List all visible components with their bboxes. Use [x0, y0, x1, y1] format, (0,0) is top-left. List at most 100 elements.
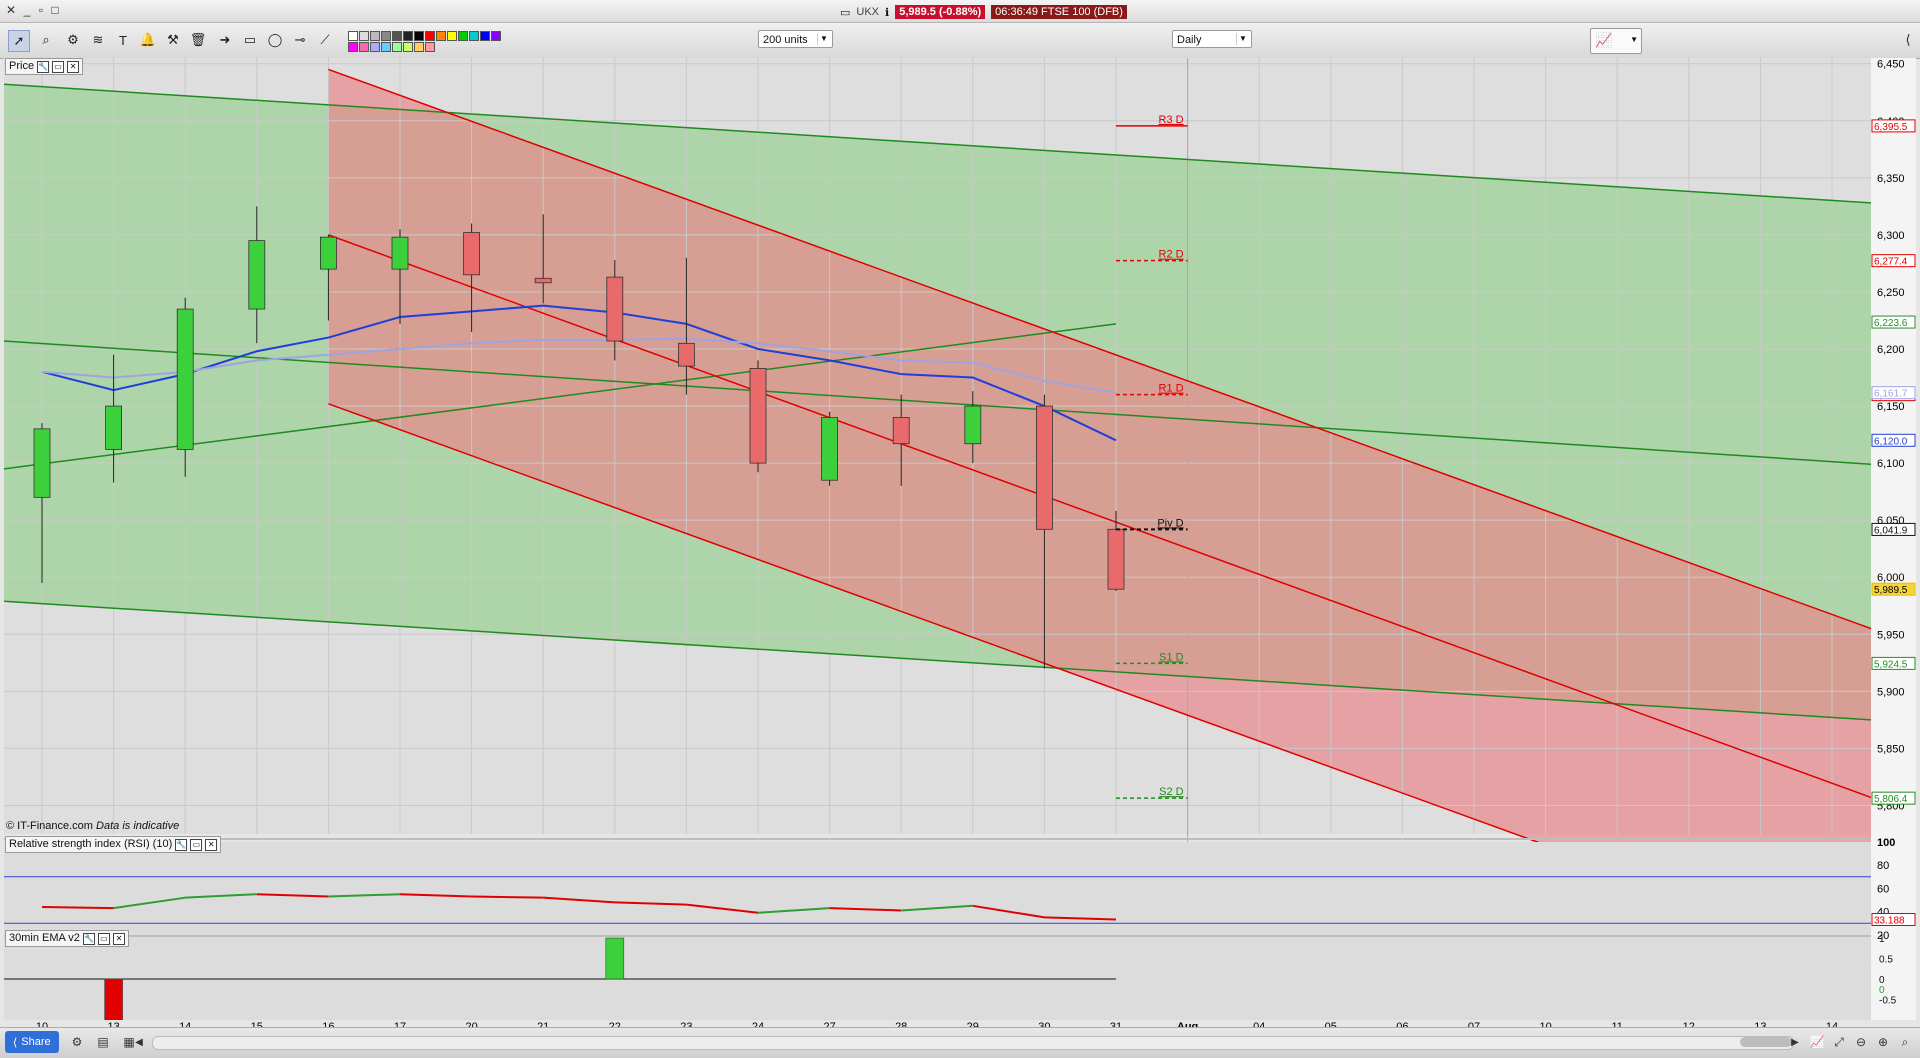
chart-type-select[interactable]: 📈 ▼ — [1590, 28, 1642, 54]
candle-body[interactable] — [964, 405, 982, 445]
horizontal-line-tool-icon[interactable]: ⊸ — [290, 30, 310, 50]
palette-swatch[interactable] — [392, 31, 402, 41]
palette-swatch[interactable] — [348, 42, 358, 52]
close-icon[interactable]: ✕ — [112, 932, 125, 945]
restore-window-icon[interactable]: ▫ — [34, 3, 48, 17]
share-label: Share — [21, 1036, 51, 1048]
candle-body[interactable] — [534, 277, 552, 284]
scroll-right-icon[interactable]: ▶ — [1786, 1034, 1804, 1052]
candle-body[interactable] — [1036, 405, 1053, 530]
palette-swatch[interactable] — [425, 31, 435, 41]
wrench-icon[interactable]: 🔧 — [175, 838, 188, 851]
pointer-tool-icon[interactable]: ➚ — [8, 30, 30, 52]
palette-swatch[interactable] — [381, 42, 391, 52]
candle-body[interactable] — [606, 276, 624, 342]
share-button[interactable]: ⟨ Share — [5, 1031, 59, 1053]
candle-body[interactable] — [892, 417, 910, 445]
candle-body[interactable] — [105, 405, 122, 450]
maximize-window-icon[interactable]: □ — [48, 3, 62, 17]
palette-swatch[interactable] — [414, 42, 424, 52]
palette-swatch[interactable] — [359, 42, 369, 52]
palette-swatch[interactable] — [436, 31, 446, 41]
monitor-icon: ▭ — [840, 6, 851, 19]
window-icon[interactable]: ▭ — [52, 60, 65, 73]
color-palette[interactable] — [348, 31, 508, 52]
palette-swatch[interactable] — [403, 42, 413, 52]
chart-icon[interactable]: 📈 — [1808, 1033, 1826, 1051]
wrench-icon[interactable]: 🔧 — [37, 60, 50, 73]
palette-swatch[interactable] — [403, 31, 413, 41]
period-select[interactable]: Daily ▼ — [1172, 30, 1252, 48]
y-tick-label: 5,900 — [1877, 686, 1905, 698]
scroll-left-icon[interactable]: ◀ — [130, 1034, 148, 1052]
palette-swatch[interactable] — [480, 31, 490, 41]
palette-swatch[interactable] — [458, 31, 468, 41]
candle-body[interactable] — [176, 308, 194, 450]
collapse-panel-icon[interactable]: ⟨ — [1898, 30, 1918, 50]
close-window-icon[interactable]: ✕ — [4, 3, 18, 17]
ema-bar[interactable] — [605, 937, 625, 980]
search-icon[interactable]: ⌕ — [1896, 1033, 1914, 1051]
pivot-price-badge-text: 6,277.4 — [1874, 257, 1908, 268]
horizontal-scrollbar[interactable] — [152, 1036, 1794, 1050]
minimize-window-icon[interactable]: _ — [20, 3, 34, 17]
close-icon[interactable]: ✕ — [205, 838, 218, 851]
fit-icon[interactable]: ⤢ — [1830, 1033, 1848, 1051]
candle-body[interactable] — [248, 240, 266, 310]
palette-swatch[interactable] — [425, 42, 435, 52]
zoom-out-icon[interactable]: ⊖ — [1852, 1033, 1870, 1051]
pivot-price-badge-text: 5,806.4 — [1874, 794, 1908, 805]
window-icon[interactable]: ▭ — [97, 932, 110, 945]
zoom-tool-icon[interactable]: ⌕ — [36, 30, 56, 50]
settings-icon[interactable]: ⚙ — [68, 1033, 86, 1051]
candle-body[interactable] — [749, 367, 767, 464]
palette-swatch[interactable] — [370, 31, 380, 41]
candle-body[interactable] — [678, 342, 695, 367]
period-select-value: Daily — [1177, 34, 1202, 46]
wrench-icon[interactable]: 🔧 — [82, 932, 95, 945]
palette-swatch[interactable] — [348, 31, 358, 41]
info-icon[interactable]: ℹ — [885, 6, 889, 19]
scrollbar-thumb[interactable] — [1740, 1037, 1792, 1047]
candle-body[interactable] — [33, 428, 51, 498]
close-icon[interactable]: ✕ — [67, 60, 80, 73]
trash-tool-icon[interactable]: 🗑 — [188, 30, 208, 50]
rectangle-tool-icon[interactable]: ▭ — [240, 30, 260, 50]
chart-area[interactable]: 6,4506,4006,3506,3006,2506,2006,1506,100… — [4, 58, 1916, 1028]
alert-tool-icon[interactable]: 🔔 — [138, 30, 158, 50]
palette-swatch[interactable] — [381, 31, 391, 41]
y-tick-label: 6,100 — [1877, 458, 1905, 470]
window-icon[interactable]: ▭ — [190, 838, 203, 851]
palette-swatch[interactable] — [359, 31, 369, 41]
zoom-in-icon[interactable]: ⊕ — [1874, 1033, 1892, 1051]
palette-swatch[interactable] — [392, 42, 402, 52]
candle-body[interactable] — [319, 236, 337, 270]
rsi-y-tick-label: 100 — [1877, 837, 1895, 849]
bottom-bar: ⟨ Share ⚙ ▤ ▦ ◀ ▶ 📈 ⤢ ⊖ ⊕ ⌕ — [0, 1027, 1920, 1058]
rsi-line-segment — [41, 905, 114, 910]
layout-icon[interactable]: ▤ — [94, 1033, 112, 1051]
text-tool-icon[interactable]: T — [113, 30, 133, 50]
chevron-down-icon: ▼ — [1630, 35, 1638, 44]
palette-swatch[interactable] — [447, 31, 457, 41]
palette-swatch[interactable] — [469, 31, 479, 41]
chart-svg[interactable]: 6,4506,4006,3506,3006,2506,2006,1506,100… — [4, 58, 1916, 1028]
candle-body[interactable] — [391, 236, 409, 270]
palette-swatch[interactable] — [414, 31, 424, 41]
candle-body[interactable] — [821, 417, 838, 481]
magnet-tool-icon[interactable]: ⚒ — [163, 30, 183, 50]
price-badge-text: 6,161.7 — [1874, 389, 1908, 400]
palette-swatch[interactable] — [370, 42, 380, 52]
ema-bar[interactable] — [104, 978, 123, 1021]
palette-swatch[interactable] — [491, 31, 501, 41]
panel-divider — [4, 935, 1871, 937]
forward-tool-icon[interactable]: ➜ — [215, 30, 235, 50]
indicator-tool-icon[interactable]: ⚙ — [63, 30, 83, 50]
data-source-note: © IT-Finance.com Data is indicative — [6, 820, 179, 832]
candle-body[interactable] — [1107, 528, 1125, 590]
fibonacci-tool-icon[interactable]: ≋ — [88, 30, 108, 50]
ellipse-tool-icon[interactable]: ◯ — [265, 30, 285, 50]
candle-body[interactable] — [463, 232, 481, 276]
units-select[interactable]: 200 units ▼ — [758, 30, 833, 48]
trend-line-tool-icon[interactable]: ⟋ — [315, 30, 335, 50]
